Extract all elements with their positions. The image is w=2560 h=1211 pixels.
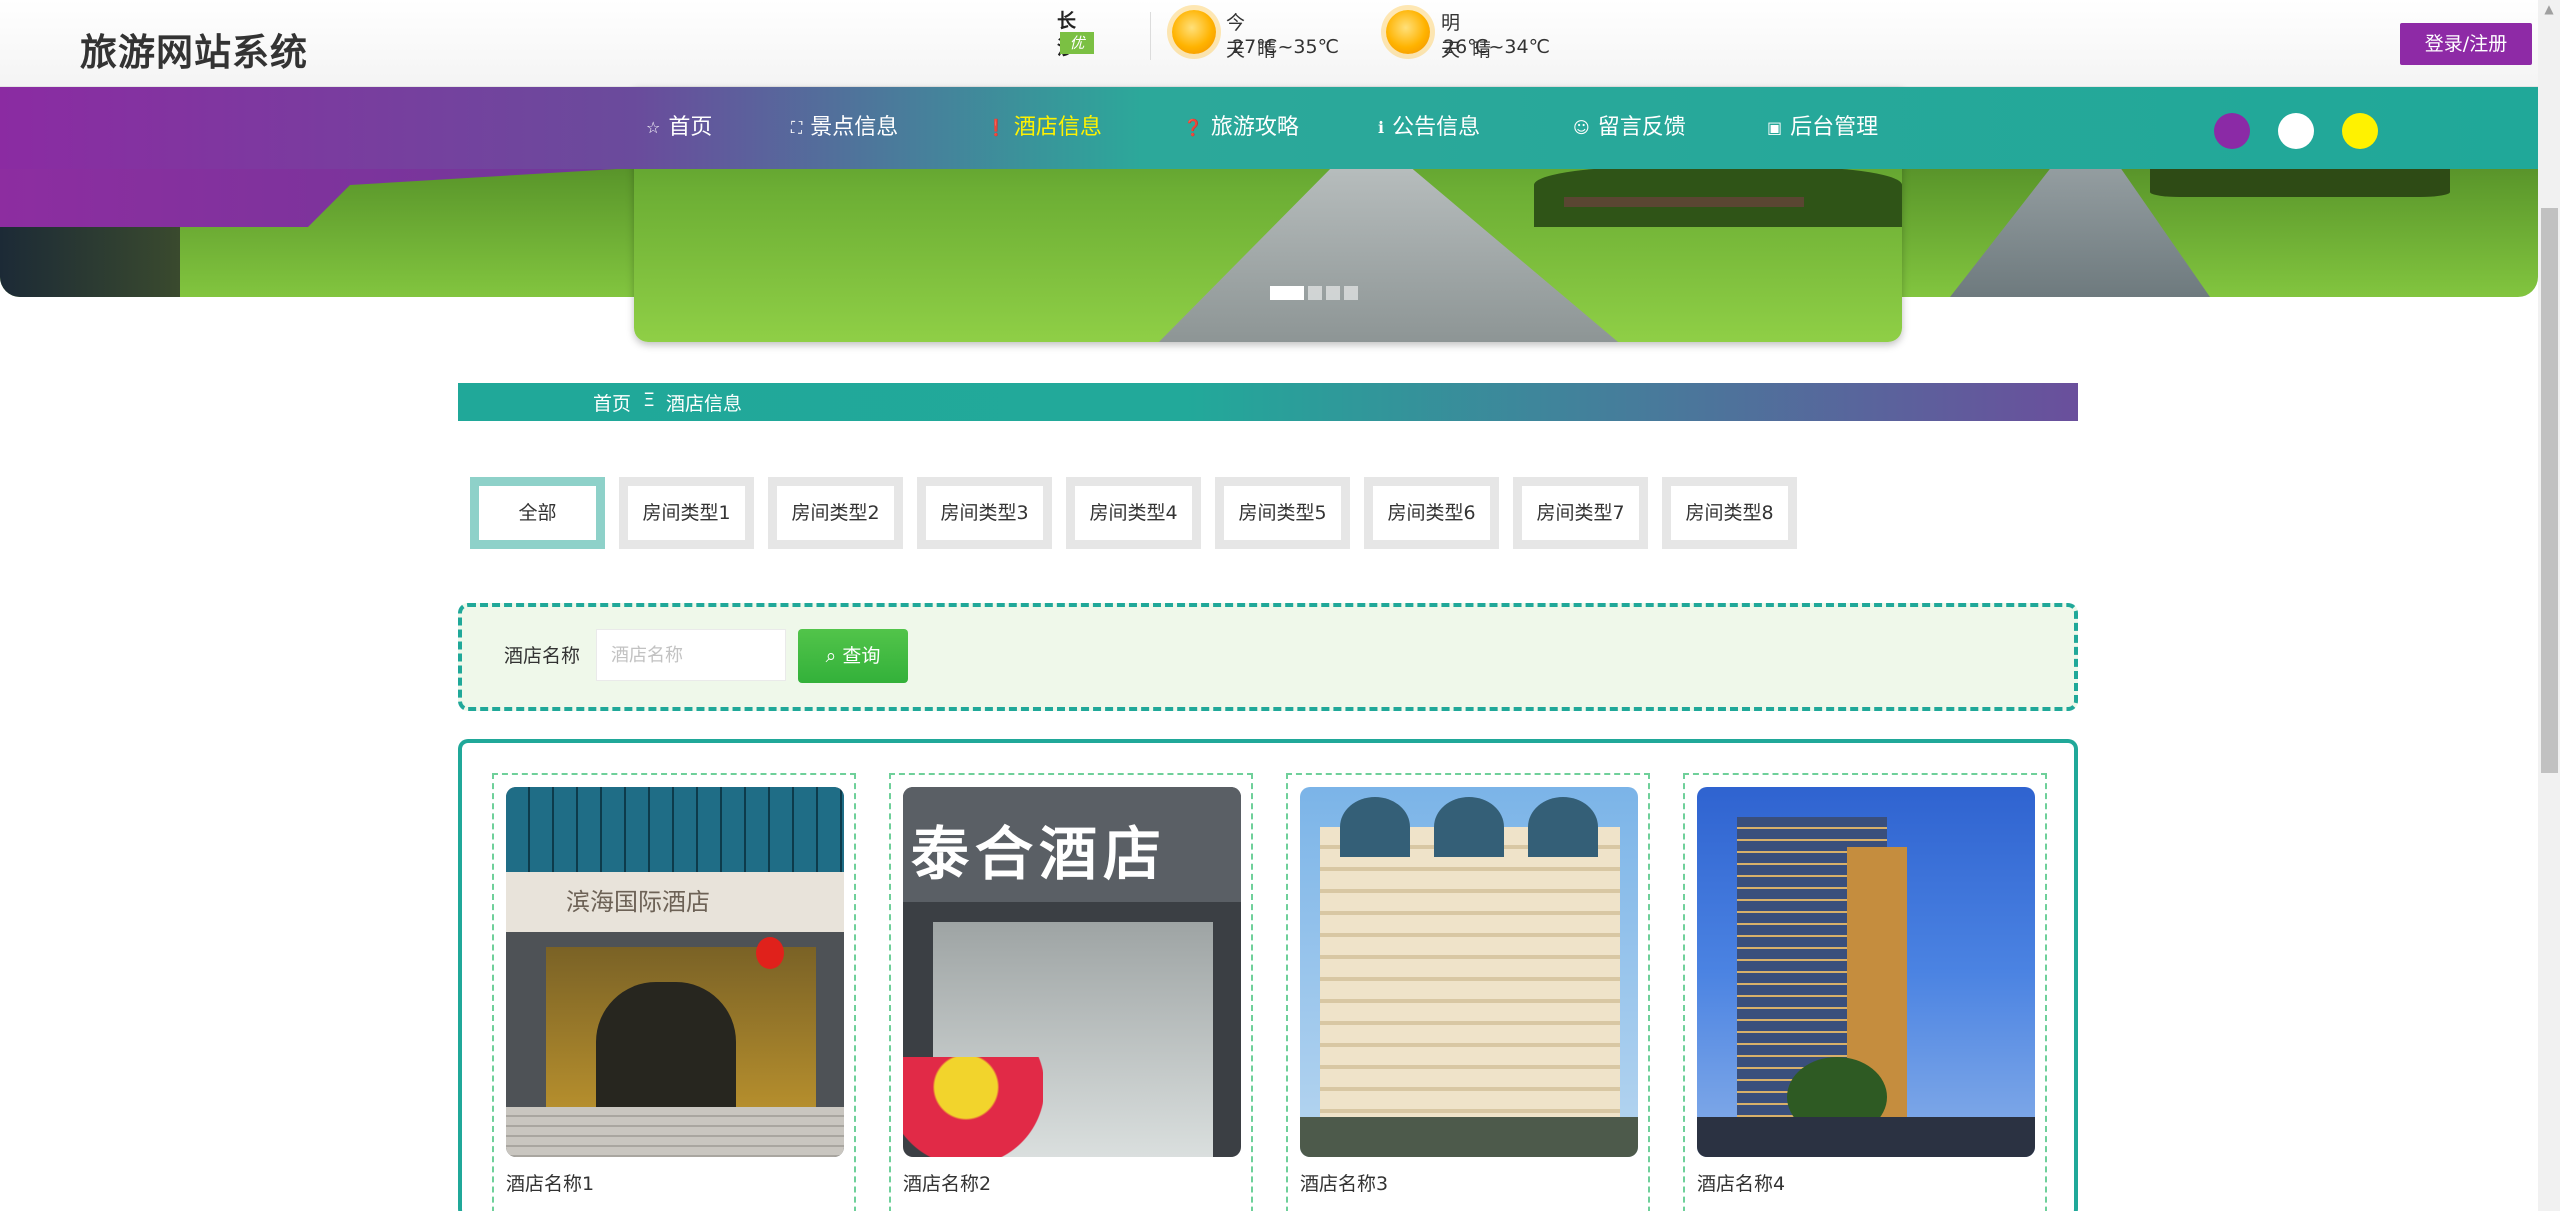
tab-room-type-1[interactable]: 房间类型1	[619, 477, 754, 549]
scrollbar-thumb[interactable]	[2541, 208, 2558, 773]
nav-item-announcements[interactable]: ℹ 公告信息	[1378, 87, 1573, 169]
bag-icon: ⛶	[791, 118, 803, 137]
photo-detail	[1320, 827, 1620, 1127]
room-type-tabs: 全部 房间类型1 房间类型2 房间类型3 房间类型4 房间类型5 房间类型6 房…	[470, 477, 1811, 549]
search-panel: 酒店名称 ⌕ 查询	[458, 603, 2078, 711]
photo-detail	[1528, 797, 1598, 857]
breadcrumb: 首页 Ξ 酒店信息	[458, 383, 2078, 421]
breadcrumb-home-link[interactable]: 首页	[593, 389, 631, 416]
nav-item-admin[interactable]: ▣ 后台管理	[1767, 87, 1947, 169]
banner-decor	[0, 227, 180, 297]
hotel-name[interactable]: 酒店名称3	[1300, 1169, 1388, 1196]
photo-detail	[1697, 1117, 2035, 1157]
hotel-name[interactable]: 酒店名称2	[903, 1169, 991, 1196]
banner-decor	[1564, 197, 1804, 207]
sun-icon	[1172, 10, 1216, 54]
weather-tomorrow-temp: 26℃~34℃	[1443, 36, 1550, 58]
photo-detail	[596, 982, 736, 1107]
site-title: 旅游网站系统	[80, 31, 308, 74]
nav-items: ☆ 首页 ⛶ 景点信息 ❗ 酒店信息 ❓ 旅游攻略 ℹ 公告信息 ☺ 留言反馈 ▣ 后台管理	[638, 87, 1947, 169]
photo-detail	[1434, 797, 1504, 857]
photo-detail	[903, 1057, 1043, 1157]
hotel-card[interactable]: 泰合酒店 酒店名称2	[889, 773, 1253, 1211]
login-register-button[interactable]: 登录/注册	[2400, 23, 2532, 65]
hotel-photo[interactable]	[1697, 787, 2035, 1157]
nav-item-hotels[interactable]: ❗ 酒店信息	[986, 87, 1183, 169]
photo-detail	[506, 787, 844, 872]
photo-detail: 泰合酒店	[903, 787, 1241, 902]
photo-detail	[756, 937, 784, 969]
tab-room-type-6[interactable]: 房间类型6	[1364, 477, 1499, 549]
star-icon: ☆	[646, 118, 661, 137]
tab-room-type-7[interactable]: 房间类型7	[1513, 477, 1648, 549]
question-icon: ❓	[1183, 118, 1203, 137]
hotel-name[interactable]: 酒店名称4	[1697, 1169, 1785, 1196]
carousel-dot[interactable]	[1308, 286, 1322, 300]
info-icon: ℹ	[1378, 118, 1385, 137]
hotel-card[interactable]: 酒店名称3	[1286, 773, 1650, 1211]
tab-all[interactable]: 全部	[470, 477, 605, 549]
search-icon: ⌕	[825, 645, 837, 667]
weather-divider	[1150, 12, 1151, 60]
smile-icon: ☺	[1573, 118, 1590, 137]
breadcrumb-current: 酒店信息	[666, 393, 743, 415]
search-button[interactable]: ⌕ 查询	[798, 629, 908, 683]
carousel-dot[interactable]	[1326, 286, 1340, 300]
tab-room-type-3[interactable]: 房间类型3	[917, 477, 1052, 549]
gift-icon: ▣	[1767, 118, 1783, 137]
photo-detail	[1300, 1117, 1638, 1157]
hotel-photo[interactable]: 滨海国际酒店	[506, 787, 844, 1157]
hotel-photo[interactable]: 泰合酒店	[903, 787, 1241, 1157]
sun-icon	[1386, 10, 1430, 54]
nav-item-feedback[interactable]: ☺ 留言反馈	[1573, 87, 1767, 169]
tab-room-type-8[interactable]: 房间类型8	[1662, 477, 1797, 549]
carousel-indicators	[1270, 286, 1358, 300]
photo-detail: 滨海国际酒店	[506, 872, 844, 932]
hotel-photo[interactable]	[1300, 787, 1638, 1157]
nav-item-guides[interactable]: ❓ 旅游攻略	[1183, 87, 1378, 169]
carousel-dot[interactable]	[1344, 286, 1358, 300]
theme-color-purple[interactable]	[2214, 113, 2250, 149]
hotel-card[interactable]: 滨海国际酒店 酒店名称1	[492, 773, 856, 1211]
hotel-name[interactable]: 酒店名称1	[506, 1169, 594, 1196]
carousel-dot[interactable]	[1270, 286, 1304, 300]
main-nav: ☆ 首页 ⛶ 景点信息 ❗ 酒店信息 ❓ 旅游攻略 ℹ 公告信息 ☺ 留言反馈 ▣ 后台管理	[0, 87, 2538, 169]
breadcrumb-separator: Ξ	[643, 389, 656, 411]
top-header: 旅游网站系统 长沙 优 今天 晴 27℃~35℃ 明天 晴 26℃~34℃ 登录…	[0, 0, 2560, 87]
air-quality-badge: 优	[1060, 32, 1094, 54]
hotel-card[interactable]: 酒店名称4	[1683, 773, 2047, 1211]
tab-room-type-4[interactable]: 房间类型4	[1066, 477, 1201, 549]
photo-detail	[1340, 797, 1410, 857]
scroll-up-arrow-icon[interactable]: ▲	[2541, 2, 2557, 18]
tab-room-type-5[interactable]: 房间类型5	[1215, 477, 1350, 549]
hotel-name-input[interactable]	[596, 629, 786, 681]
tab-room-type-2[interactable]: 房间类型2	[768, 477, 903, 549]
theme-color-white[interactable]	[2278, 113, 2314, 149]
search-label: 酒店名称	[504, 645, 581, 667]
theme-color-yellow[interactable]	[2342, 113, 2378, 149]
alert-icon: ❗	[986, 118, 1006, 137]
photo-detail	[506, 1107, 844, 1157]
nav-item-attractions[interactable]: ⛶ 景点信息	[791, 87, 986, 169]
weather-today-temp: 27℃~35℃	[1232, 36, 1339, 58]
nav-item-home[interactable]: ☆ 首页	[638, 87, 791, 169]
hotel-list: 滨海国际酒店 酒店名称1 泰合酒店 酒店名称2 酒店名称3 酒店名称4	[458, 739, 2078, 1211]
